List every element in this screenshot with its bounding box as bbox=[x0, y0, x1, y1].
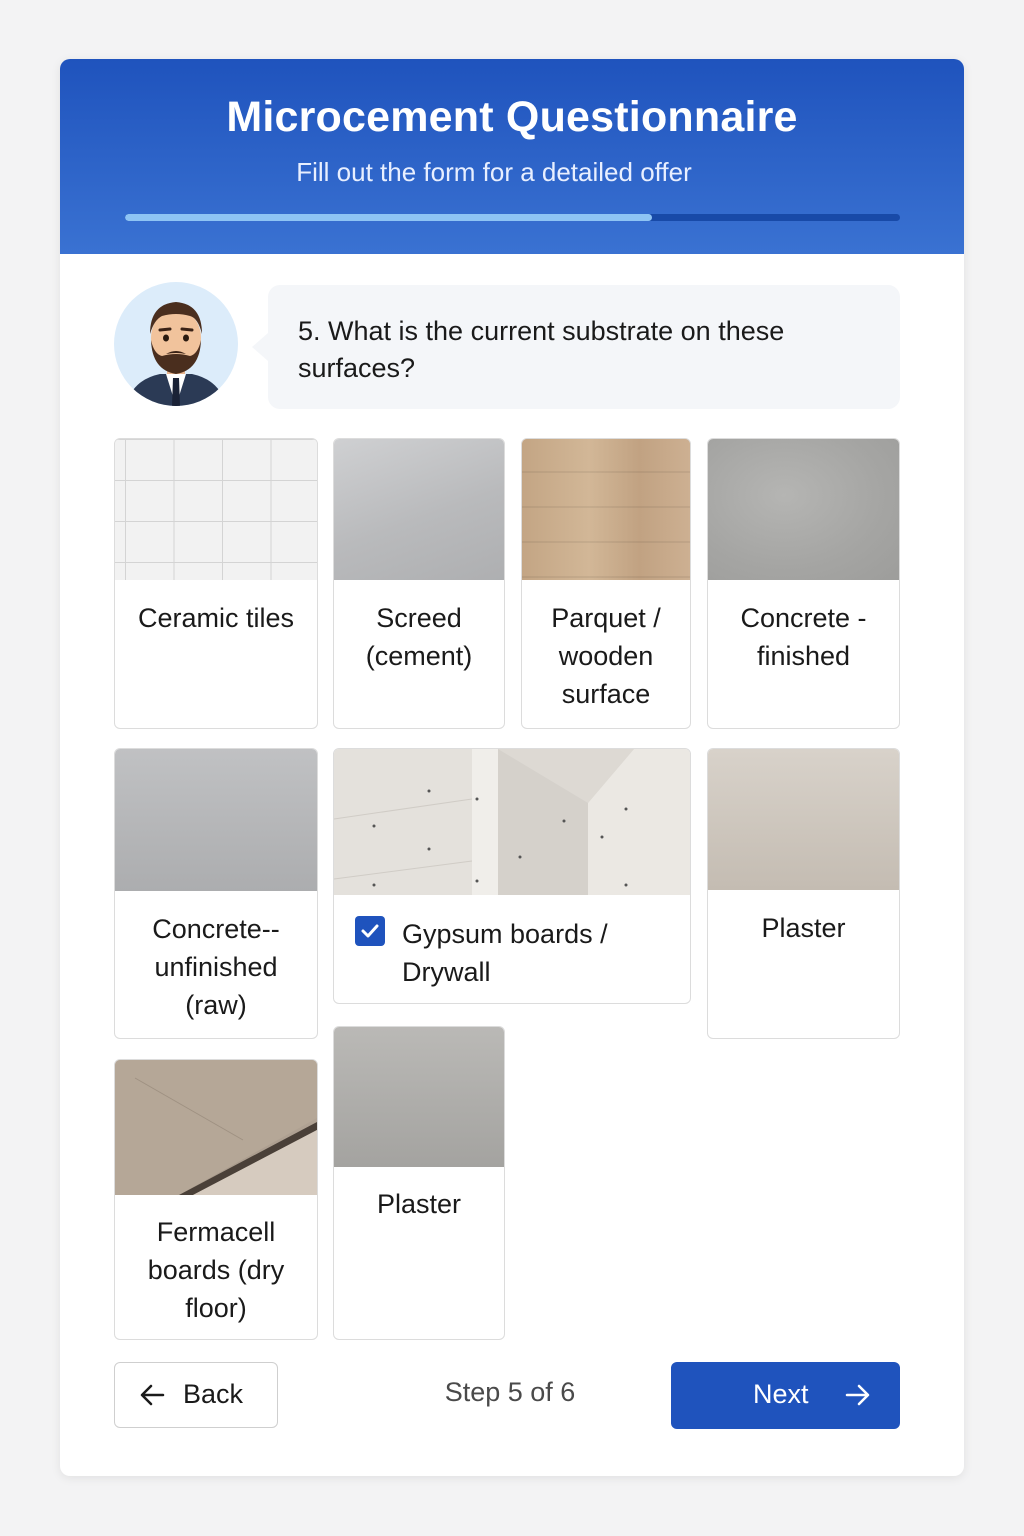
option-fermacell-boards[interactable]: Fermacell boards (dry floor) bbox=[114, 1059, 318, 1340]
option-concrete-unfinished[interactable]: Concrete-- unfinished (raw) bbox=[114, 748, 318, 1039]
option-label: Screed (cement) bbox=[365, 603, 473, 671]
step-indicator: Step 5 of 6 bbox=[444, 1377, 576, 1407]
concrete-unfinished-image bbox=[115, 749, 317, 891]
option-plaster-2[interactable]: Plaster bbox=[333, 1026, 505, 1340]
gypsum-boards-image bbox=[334, 749, 690, 895]
checkbox-checked[interactable] bbox=[355, 916, 385, 946]
boards-illustration bbox=[115, 1060, 317, 1195]
ceramic-tiles-image bbox=[115, 439, 317, 580]
option-label: Gypsum boards / Drywall bbox=[402, 919, 608, 987]
option-label: Plaster bbox=[761, 913, 846, 943]
page-title: Microcement Questionnaire bbox=[226, 93, 798, 141]
plaster-image bbox=[334, 1027, 504, 1167]
arrow-left-icon bbox=[140, 1384, 165, 1406]
bearded-man-avatar-icon bbox=[126, 302, 226, 406]
option-label: Ceramic tiles bbox=[137, 603, 295, 633]
option-ceramic-tiles[interactable]: Ceramic tiles bbox=[114, 438, 318, 729]
option-label: Fermacell boards (dry floor) bbox=[147, 1217, 285, 1323]
option-label: Plaster bbox=[376, 1189, 462, 1219]
fermacell-boards-image bbox=[115, 1060, 317, 1195]
next-button[interactable]: Next bbox=[671, 1362, 900, 1429]
option-concrete-finished[interactable]: Concrete - finished bbox=[707, 438, 900, 729]
progress-fill bbox=[125, 214, 652, 221]
checkmark-icon bbox=[361, 924, 379, 938]
option-label: Concrete-- unfinished (raw) bbox=[152, 914, 280, 1020]
back-button-label: Back bbox=[183, 1379, 244, 1409]
option-label: Parquet / wooden surface bbox=[551, 603, 661, 709]
questionnaire-card: Microcement Questionnaire Fill out the f… bbox=[60, 59, 964, 1476]
page-subtitle: Fill out the form for a detailed offer bbox=[296, 157, 692, 187]
option-gypsum-boards[interactable]: Gypsum boards / Drywall bbox=[333, 748, 691, 1004]
drywall-room-illustration bbox=[334, 749, 690, 895]
avatar bbox=[114, 282, 238, 406]
option-plaster[interactable]: Plaster bbox=[707, 748, 900, 1039]
question-bubble: 5. What is the current substrate on thes… bbox=[252, 285, 900, 409]
next-button-label: Next bbox=[753, 1379, 809, 1409]
screed-image bbox=[334, 439, 504, 580]
option-label: Concrete - finished bbox=[740, 603, 867, 671]
back-button[interactable]: Back bbox=[114, 1362, 278, 1428]
arrow-right-icon bbox=[845, 1384, 870, 1406]
header: Microcement Questionnaire Fill out the f… bbox=[60, 59, 964, 254]
parquet-image bbox=[522, 439, 690, 580]
option-screed[interactable]: Screed (cement) bbox=[333, 438, 505, 729]
progress-bar bbox=[125, 214, 900, 221]
option-parquet[interactable]: Parquet / wooden surface bbox=[521, 438, 691, 729]
plaster-image bbox=[708, 749, 899, 890]
concrete-finished-image bbox=[708, 439, 899, 580]
